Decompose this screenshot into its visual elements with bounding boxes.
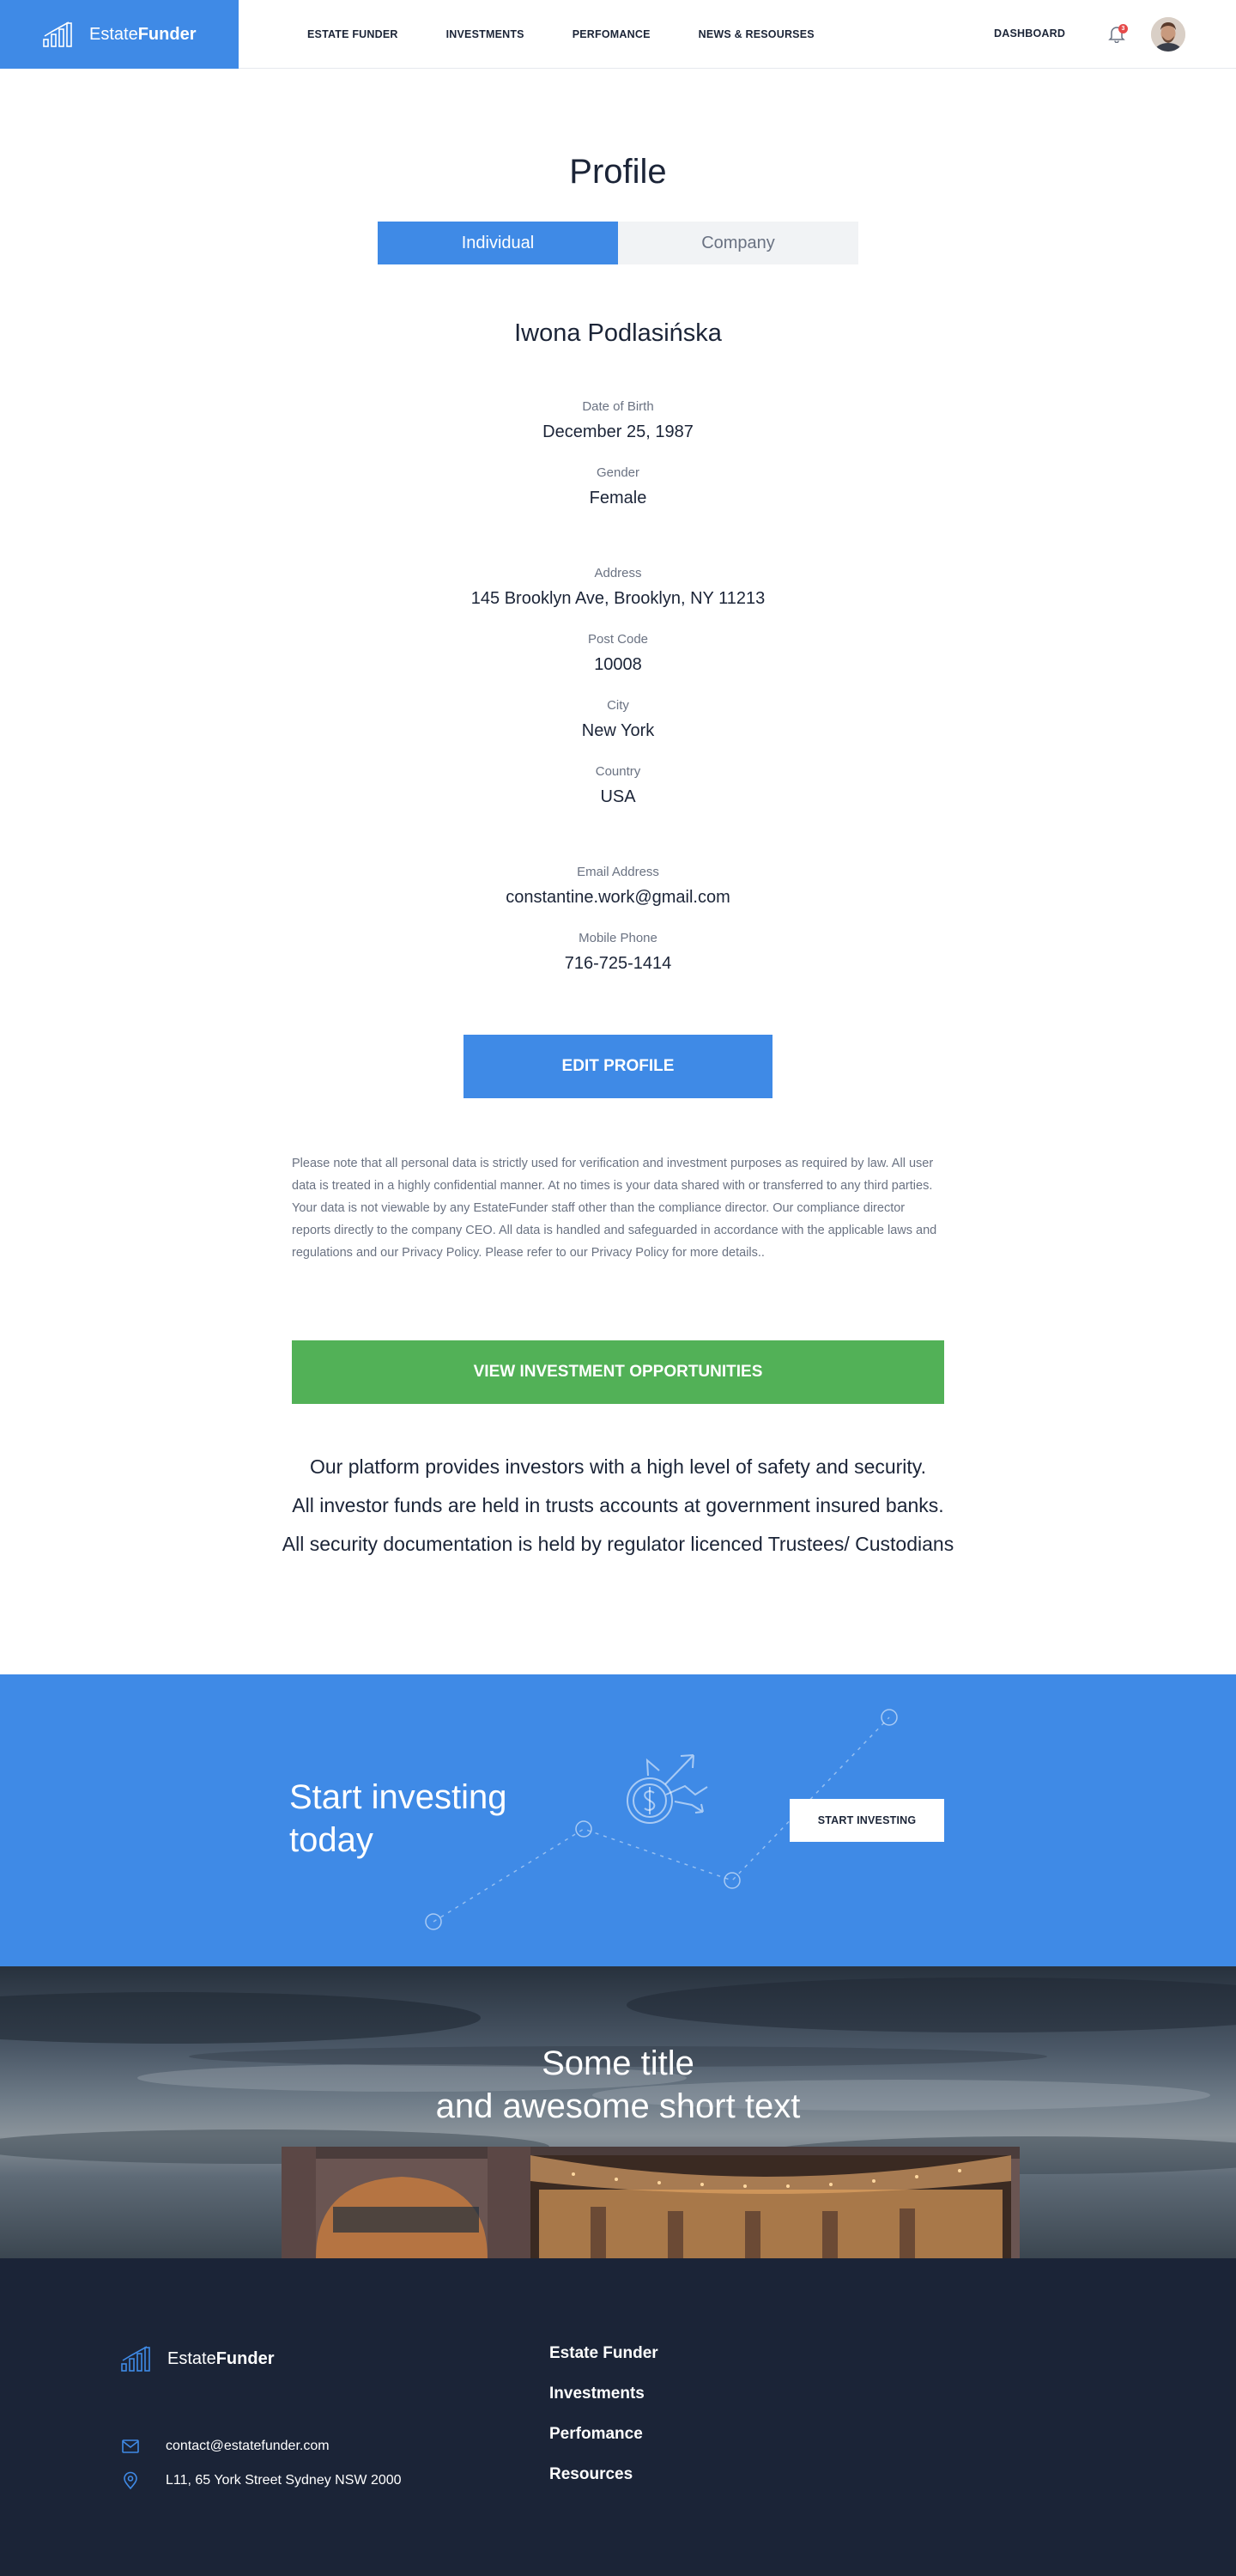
hero-image-section: Some title and awesome short text	[0, 1966, 1236, 2258]
view-investment-opportunities-button[interactable]: VIEW INVESTMENT OPPORTUNITIES	[292, 1340, 944, 1404]
profile-type-tabs: Individual Company	[378, 222, 858, 264]
field-postcode: Post Code 10008	[0, 632, 1236, 675]
nav-investments[interactable]: INVESTMENTS	[446, 28, 524, 40]
field-phone: Mobile Phone 716-725-1414	[0, 931, 1236, 974]
field-value: 10008	[594, 655, 642, 674]
field-value: 145 Brooklyn Ave, Brooklyn, NY 11213	[470, 589, 766, 608]
hero-title: Some title and awesome short text	[435, 2044, 801, 2125]
notifications-button[interactable]: 3	[1107, 24, 1128, 45]
field-label: Gender	[596, 465, 640, 480]
tab-individual[interactable]: Individual	[378, 222, 618, 264]
bar-chart-logo-icon	[121, 2346, 150, 2372]
growth-line-decoration	[425, 1709, 898, 1930]
start-investing-button[interactable]: START INVESTING	[790, 1799, 944, 1842]
field-address: Address 145 Brooklyn Ave, Brooklyn, NY 1…	[0, 566, 1236, 609]
field-country: Country USA	[0, 764, 1236, 807]
header-logo[interactable]: EstateFunder	[0, 0, 239, 69]
field-value: Female	[589, 489, 647, 507]
user-avatar[interactable]	[1151, 17, 1185, 52]
field-label: City	[607, 698, 629, 713]
mail-icon	[122, 2439, 139, 2453]
profile-name: Iwona Podlasińska	[514, 319, 722, 347]
nav-news-resources[interactable]: NEWS & RESOURSES	[699, 28, 815, 40]
footer-nav: Estate Funder Investments Perfomance Res…	[549, 2344, 658, 2506]
logo-wordmark: EstateFunder	[89, 24, 197, 44]
field-label: Post Code	[587, 632, 649, 647]
field-value: December 25, 1987	[542, 422, 694, 441]
edit-profile-button[interactable]: EDIT PROFILE	[464, 1035, 772, 1098]
notification-badge: 3	[1118, 24, 1128, 33]
page-title: Profile	[569, 153, 667, 191]
security-claims: Our platform provides investors with a h…	[275, 1455, 961, 1571]
tab-company[interactable]: Company	[618, 222, 858, 264]
dollar-growth-icon	[627, 1754, 708, 1824]
claim-line: All investor funds are held in trusts ac…	[292, 1494, 944, 1516]
avatar-portrait	[1151, 17, 1185, 52]
claim-line: All security documentation is held by re…	[282, 1533, 954, 1555]
field-value: constantine.work@gmail.com	[506, 888, 730, 907]
field-label: Mobile Phone	[579, 931, 657, 945]
footer-link-investments[interactable]: Investments	[549, 2385, 658, 2403]
field-label: Country	[595, 764, 641, 779]
footer-address-text: L11, 65 York Street Sydney NSW 2000	[166, 2473, 402, 2488]
privacy-notice: Please note that all personal data is st…	[292, 1157, 937, 1260]
field-email: Email Address constantine.work@gmail.com	[0, 865, 1236, 908]
field-label: Date of Birth	[582, 399, 654, 414]
field-value: 716-725-1414	[564, 954, 672, 973]
nav-estate-funder[interactable]: ESTATE FUNDER	[307, 28, 398, 40]
dashboard-link[interactable]: DASHBOARD	[994, 27, 1065, 39]
footer-link-estate-funder[interactable]: Estate Funder	[549, 2344, 658, 2363]
top-header: EstateFunder ESTATE FUNDER INVESTMENTS P…	[0, 0, 1236, 69]
field-value: New York	[581, 721, 655, 740]
claim-line: Our platform provides investors with a h…	[309, 1455, 926, 1478]
bar-chart-logo-icon	[43, 21, 72, 47]
field-gender: Gender Female	[0, 465, 1236, 508]
footer-link-resources[interactable]: Resources	[549, 2465, 658, 2484]
footer-address: L11, 65 York Street Sydney NSW 2000	[121, 2471, 402, 2490]
footer-link-performance[interactable]: Perfomance	[549, 2425, 658, 2444]
cta-title: Start investing today	[289, 1778, 507, 1859]
main-nav: ESTATE FUNDER INVESTMENTS PERFOMANCE NEW…	[307, 0, 815, 69]
field-dob: Date of Birth December 25, 1987	[0, 399, 1236, 442]
field-label: Email Address	[577, 865, 659, 879]
start-investing-banner: Start investing today START INVESTING	[0, 1674, 1236, 1966]
location-pin-icon	[124, 2471, 137, 2490]
field-value: USA	[600, 787, 636, 806]
footer-email[interactable]: contact@estatefunder.com	[121, 2437, 330, 2456]
field-city: City New York	[0, 698, 1236, 741]
field-label: Address	[594, 566, 642, 580]
nav-performance[interactable]: PERFOMANCE	[573, 28, 651, 40]
site-footer: EstateFunder contact@estatefunder.com L1…	[0, 2258, 1236, 2576]
footer-email-text: contact@estatefunder.com	[166, 2439, 330, 2453]
footer-logo[interactable]: EstateFunder	[121, 2346, 274, 2372]
modern-building-illustration	[282, 2147, 1020, 2258]
footer-wordmark: EstateFunder	[167, 2348, 275, 2368]
